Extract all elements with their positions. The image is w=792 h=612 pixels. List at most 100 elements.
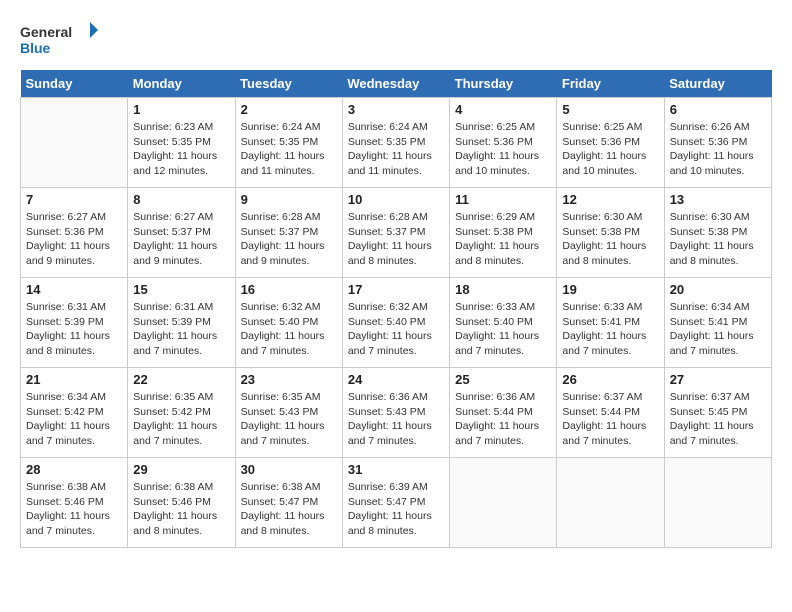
day-number: 10 xyxy=(348,192,444,207)
page-header: General Blue xyxy=(20,20,772,60)
calendar-cell: 12 Sunrise: 6:30 AMSunset: 5:38 PMDayligh… xyxy=(557,188,664,278)
day-number: 27 xyxy=(670,372,766,387)
day-number: 11 xyxy=(455,192,551,207)
day-info: Sunrise: 6:31 AMSunset: 5:39 PMDaylight:… xyxy=(133,300,229,359)
day-number: 30 xyxy=(241,462,337,477)
day-number: 22 xyxy=(133,372,229,387)
day-number: 26 xyxy=(562,372,658,387)
day-info: Sunrise: 6:27 AMSunset: 5:37 PMDaylight:… xyxy=(133,210,229,269)
day-number: 19 xyxy=(562,282,658,297)
calendar-cell: 17 Sunrise: 6:32 AMSunset: 5:40 PMDayligh… xyxy=(342,278,449,368)
calendar-cell xyxy=(450,458,557,548)
day-info: Sunrise: 6:38 AMSunset: 5:47 PMDaylight:… xyxy=(241,480,337,539)
day-info: Sunrise: 6:36 AMSunset: 5:44 PMDaylight:… xyxy=(455,390,551,449)
day-info: Sunrise: 6:35 AMSunset: 5:42 PMDaylight:… xyxy=(133,390,229,449)
day-number: 5 xyxy=(562,102,658,117)
calendar-cell: 13 Sunrise: 6:30 AMSunset: 5:38 PMDayligh… xyxy=(664,188,771,278)
day-number: 23 xyxy=(241,372,337,387)
day-info: Sunrise: 6:29 AMSunset: 5:38 PMDaylight:… xyxy=(455,210,551,269)
calendar-cell: 16Sunrise: 6:32 AMSunset: 5:40 PMDayligh… xyxy=(235,278,342,368)
day-info: Sunrise: 6:33 AMSunset: 5:41 PMDaylight:… xyxy=(562,300,658,359)
day-info: Sunrise: 6:39 AMSunset: 5:47 PMDaylight:… xyxy=(348,480,444,539)
calendar-cell: 30 Sunrise: 6:38 AMSunset: 5:47 PMDayligh… xyxy=(235,458,342,548)
day-info: Sunrise: 6:34 AMSunset: 5:42 PMDaylight:… xyxy=(26,390,122,449)
day-info: Sunrise: 6:23 AMSunset: 5:35 PMDaylight:… xyxy=(133,120,229,179)
day-number: 31 xyxy=(348,462,444,477)
day-number: 14 xyxy=(26,282,122,297)
day-number: 29 xyxy=(133,462,229,477)
calendar-cell: 29 Sunrise: 6:38 AMSunset: 5:46 PMDayligh… xyxy=(128,458,235,548)
calendar-cell: 8 Sunrise: 6:27 AMSunset: 5:37 PMDaylight… xyxy=(128,188,235,278)
day-info: Sunrise: 6:38 AMSunset: 5:46 PMDaylight:… xyxy=(133,480,229,539)
calendar-cell: 20 Sunrise: 6:34 AMSunset: 5:41 PMDayligh… xyxy=(664,278,771,368)
day-info: Sunrise: 6:31 AMSunset: 5:39 PMDaylight:… xyxy=(26,300,122,359)
day-info: Sunrise: 6:37 AMSunset: 5:45 PMDaylight:… xyxy=(670,390,766,449)
day-number: 8 xyxy=(133,192,229,207)
day-info: Sunrise: 6:32 AMSunset: 5:40 PMDaylight:… xyxy=(348,300,444,359)
day-number: 7 xyxy=(26,192,122,207)
day-number: 6 xyxy=(670,102,766,117)
day-info: Sunrise: 6:28 AMSunset: 5:37 PMDaylight:… xyxy=(348,210,444,269)
day-number: 9 xyxy=(241,192,337,207)
day-info: Sunrise: 6:30 AMSunset: 5:38 PMDaylight:… xyxy=(562,210,658,269)
calendar-week-5: 28 Sunrise: 6:38 AMSunset: 5:46 PMDayligh… xyxy=(21,458,772,548)
calendar-cell: 4Sunrise: 6:25 AMSunset: 5:36 PMDaylight… xyxy=(450,98,557,188)
svg-text:General: General xyxy=(20,24,72,40)
day-info: Sunrise: 6:38 AMSunset: 5:46 PMDaylight:… xyxy=(26,480,122,539)
calendar-week-3: 14 Sunrise: 6:31 AMSunset: 5:39 PMDayligh… xyxy=(21,278,772,368)
header-thursday: Thursday xyxy=(450,70,557,98)
calendar-cell: 26Sunrise: 6:37 AMSunset: 5:44 PMDayligh… xyxy=(557,368,664,458)
day-number: 2 xyxy=(241,102,337,117)
day-info: Sunrise: 6:30 AMSunset: 5:38 PMDaylight:… xyxy=(670,210,766,269)
header-monday: Monday xyxy=(128,70,235,98)
day-info: Sunrise: 6:34 AMSunset: 5:41 PMDaylight:… xyxy=(670,300,766,359)
day-number: 20 xyxy=(670,282,766,297)
calendar-cell xyxy=(664,458,771,548)
calendar-cell: 21 Sunrise: 6:34 AMSunset: 5:42 PMDayligh… xyxy=(21,368,128,458)
calendar-week-2: 7 Sunrise: 6:27 AMSunset: 5:36 PMDaylight… xyxy=(21,188,772,278)
day-number: 28 xyxy=(26,462,122,477)
logo: General Blue xyxy=(20,20,100,60)
svg-text:Blue: Blue xyxy=(20,40,51,56)
day-info: Sunrise: 6:27 AMSunset: 5:36 PMDaylight:… xyxy=(26,210,122,269)
calendar-cell: 10 Sunrise: 6:28 AMSunset: 5:37 PMDayligh… xyxy=(342,188,449,278)
calendar-cell: 24Sunrise: 6:36 AMSunset: 5:43 PMDayligh… xyxy=(342,368,449,458)
calendar-cell: 2 Sunrise: 6:24 AMSunset: 5:35 PMDaylight… xyxy=(235,98,342,188)
day-info: Sunrise: 6:25 AMSunset: 5:36 PMDaylight:… xyxy=(455,120,551,179)
calendar-cell: 7 Sunrise: 6:27 AMSunset: 5:36 PMDaylight… xyxy=(21,188,128,278)
day-info: Sunrise: 6:33 AMSunset: 5:40 PMDaylight:… xyxy=(455,300,551,359)
generalblue-logo-icon: General Blue xyxy=(20,20,100,60)
day-number: 3 xyxy=(348,102,444,117)
calendar-cell: 9 Sunrise: 6:28 AMSunset: 5:37 PMDaylight… xyxy=(235,188,342,278)
calendar-cell: 22 Sunrise: 6:35 AMSunset: 5:42 PMDayligh… xyxy=(128,368,235,458)
day-info: Sunrise: 6:24 AMSunset: 5:35 PMDaylight:… xyxy=(241,120,337,179)
day-number: 12 xyxy=(562,192,658,207)
calendar-cell: 6Sunrise: 6:26 AMSunset: 5:36 PMDaylight… xyxy=(664,98,771,188)
day-number: 25 xyxy=(455,372,551,387)
calendar-cell: 28 Sunrise: 6:38 AMSunset: 5:46 PMDayligh… xyxy=(21,458,128,548)
calendar-cell: 14 Sunrise: 6:31 AMSunset: 5:39 PMDayligh… xyxy=(21,278,128,368)
calendar-cell: 11 Sunrise: 6:29 AMSunset: 5:38 PMDayligh… xyxy=(450,188,557,278)
day-info: Sunrise: 6:28 AMSunset: 5:37 PMDaylight:… xyxy=(241,210,337,269)
day-info: Sunrise: 6:24 AMSunset: 5:35 PMDaylight:… xyxy=(348,120,444,179)
calendar-cell: 1 Sunrise: 6:23 AMSunset: 5:35 PMDaylight… xyxy=(128,98,235,188)
day-number: 13 xyxy=(670,192,766,207)
calendar-cell: 5Sunrise: 6:25 AMSunset: 5:36 PMDaylight… xyxy=(557,98,664,188)
header-wednesday: Wednesday xyxy=(342,70,449,98)
calendar-cell: 19 Sunrise: 6:33 AMSunset: 5:41 PMDayligh… xyxy=(557,278,664,368)
calendar-cell: 18 Sunrise: 6:33 AMSunset: 5:40 PMDayligh… xyxy=(450,278,557,368)
calendar-body: 1 Sunrise: 6:23 AMSunset: 5:35 PMDaylight… xyxy=(21,98,772,548)
day-number: 1 xyxy=(133,102,229,117)
calendar-cell: 27 Sunrise: 6:37 AMSunset: 5:45 PMDayligh… xyxy=(664,368,771,458)
calendar-table: SundayMondayTuesdayWednesdayThursdayFrid… xyxy=(20,70,772,548)
calendar-cell: 23Sunrise: 6:35 AMSunset: 5:43 PMDayligh… xyxy=(235,368,342,458)
calendar-header-row: SundayMondayTuesdayWednesdayThursdayFrid… xyxy=(21,70,772,98)
day-number: 24 xyxy=(348,372,444,387)
day-number: 18 xyxy=(455,282,551,297)
calendar-cell xyxy=(21,98,128,188)
day-number: 17 xyxy=(348,282,444,297)
day-number: 21 xyxy=(26,372,122,387)
header-saturday: Saturday xyxy=(664,70,771,98)
calendar-cell: 31 Sunrise: 6:39 AMSunset: 5:47 PMDayligh… xyxy=(342,458,449,548)
calendar-cell: 3 Sunrise: 6:24 AMSunset: 5:35 PMDaylight… xyxy=(342,98,449,188)
